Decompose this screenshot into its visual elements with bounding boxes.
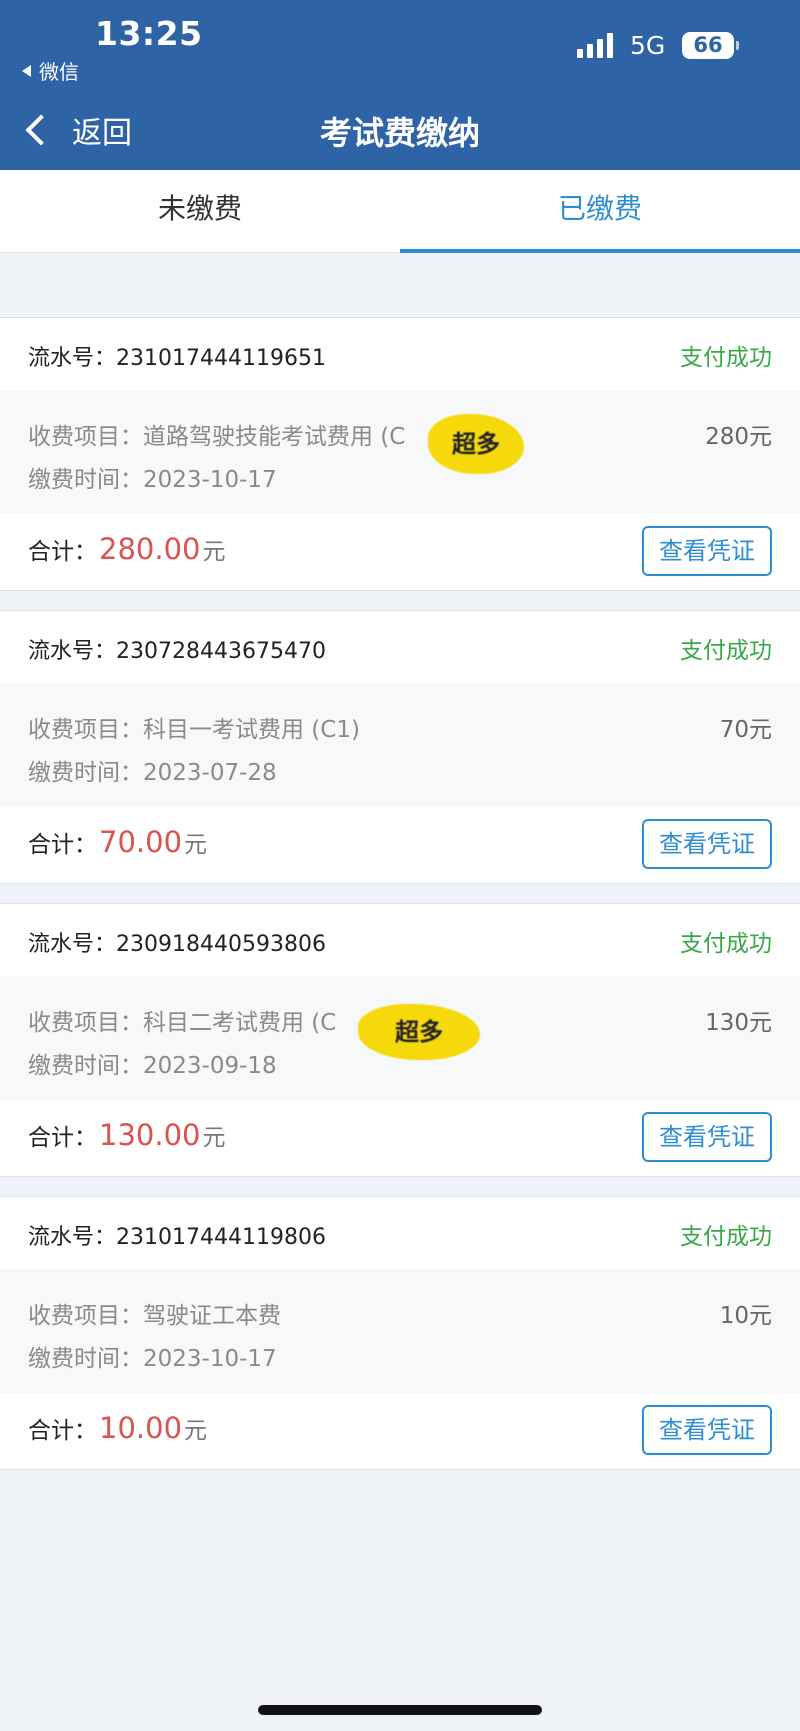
back-triangle-icon: [22, 64, 31, 77]
payment-date: 缴费时间：2023-09-18: [28, 1053, 277, 1079]
total-amount: 合计： 280.00 元: [28, 532, 226, 566]
back-app-label: 微信: [39, 60, 79, 84]
fee-amount: 70元: [719, 717, 772, 743]
status-time: 13:25: [95, 14, 203, 53]
tab-paid[interactable]: 已缴费: [400, 170, 800, 253]
payment-card: 流水号：231017444119651 支付成功 收费项目：道路驾驶技能考试费用…: [0, 317, 800, 591]
back-button-label: 返回: [72, 116, 132, 151]
total-amount: 合计： 10.00 元: [28, 1411, 208, 1445]
payment-date: 缴费时间：2023-10-17: [28, 467, 277, 493]
fee-item: 收费项目：道路驾驶技能考试费用 (C: [28, 424, 406, 450]
payment-date: 缴费时间：2023-07-28: [28, 760, 277, 786]
tab-bar: 未缴费 已缴费: [0, 170, 800, 253]
serial-number: 流水号：230918440593806: [28, 932, 326, 957]
view-voucher-button[interactable]: 查看凭证: [642, 1405, 772, 1455]
payment-status: 支付成功: [680, 638, 772, 664]
home-indicator[interactable]: [258, 1705, 542, 1715]
payment-card: 流水号：231017444119806 支付成功 收费项目：驾驶证工本费 缴费时…: [0, 1196, 800, 1470]
payment-card: 流水号：230728443675470 支付成功 收费项目：科目一考试费用 (C…: [0, 610, 800, 884]
serial-number: 流水号：230728443675470: [28, 639, 326, 664]
fee-amount: 280元: [705, 424, 772, 450]
tab-unpaid[interactable]: 未缴费: [0, 170, 400, 252]
view-voucher-button[interactable]: 查看凭证: [642, 526, 772, 576]
fee-item: 收费项目：驾驶证工本费: [28, 1303, 281, 1329]
fee-amount: 130元: [705, 1010, 772, 1036]
signal-icon: [577, 32, 613, 58]
network-type: 5G: [630, 31, 666, 60]
page: 13:25 微信 5G 66 返回 考试费缴纳 未缴费 已缴费 流水号：2310…: [0, 0, 800, 1731]
fee-item: 收费项目：科目一考试费用 (C1): [28, 717, 360, 743]
payment-status: 支付成功: [680, 1224, 772, 1250]
fee-amount: 10元: [719, 1303, 772, 1329]
header-bar: 13:25 微信 5G 66 返回 考试费缴纳: [0, 0, 800, 170]
total-amount: 合计： 130.00 元: [28, 1118, 226, 1152]
fee-item: 收费项目：科目二考试费用 (C: [28, 1010, 337, 1036]
total-amount: 合计： 70.00 元: [28, 825, 208, 859]
serial-number: 流水号：231017444119651: [28, 346, 326, 371]
view-voucher-button[interactable]: 查看凭证: [642, 819, 772, 869]
payment-status: 支付成功: [680, 345, 772, 371]
chevron-left-icon: [25, 114, 57, 146]
back-button[interactable]: 返回: [22, 108, 132, 152]
battery-icon: 66: [682, 32, 739, 59]
payment-date: 缴费时间：2023-10-17: [28, 1346, 277, 1372]
payment-status: 支付成功: [680, 931, 772, 957]
payment-card: 流水号：230918440593806 支付成功 收费项目：科目二考试费用 (C…: [0, 903, 800, 1177]
view-voucher-button[interactable]: 查看凭证: [642, 1112, 772, 1162]
serial-number: 流水号：231017444119806: [28, 1225, 326, 1250]
back-to-app-link[interactable]: 微信: [22, 56, 79, 85]
